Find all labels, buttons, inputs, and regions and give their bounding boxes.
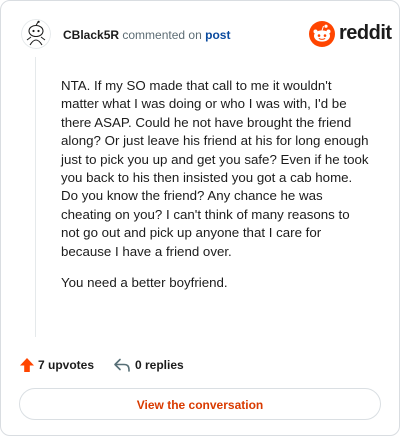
reply-arrow-icon [114,358,130,372]
reddit-wordmark: reddit [339,22,392,44]
thread-line [35,57,36,337]
post-link[interactable]: post [205,28,230,42]
comment-paragraph: NTA. If my SO made that call to me it wo… [61,78,369,259]
reddit-logo-icon [309,21,335,47]
reply-count: 0 replies [135,358,184,372]
upvote-arrow-icon [20,358,34,372]
upvote-count: 7 upvotes [38,358,95,372]
action-text: commented on [122,28,202,42]
comment-meta: CBlack5R commented on post [63,28,230,42]
comment-body: NTA. If my SO made that call to me it wo… [61,77,371,305]
reply-button[interactable]: 0 replies [113,355,193,375]
embedded-comment-card: CBlack5R commented on post reddit NTA. I… [0,0,400,436]
upvote-button[interactable]: 7 upvotes [19,355,99,375]
reddit-brand[interactable]: reddit [309,21,392,47]
comment-paragraph: You need a better boyfriend. [61,275,228,291]
comment-header: CBlack5R commented on post reddit [21,19,392,51]
view-conversation-button[interactable]: View the conversation [19,388,381,420]
avatar[interactable] [21,19,51,49]
snoo-avatar-icon [21,19,51,49]
author-username[interactable]: CBlack5R [63,28,119,42]
